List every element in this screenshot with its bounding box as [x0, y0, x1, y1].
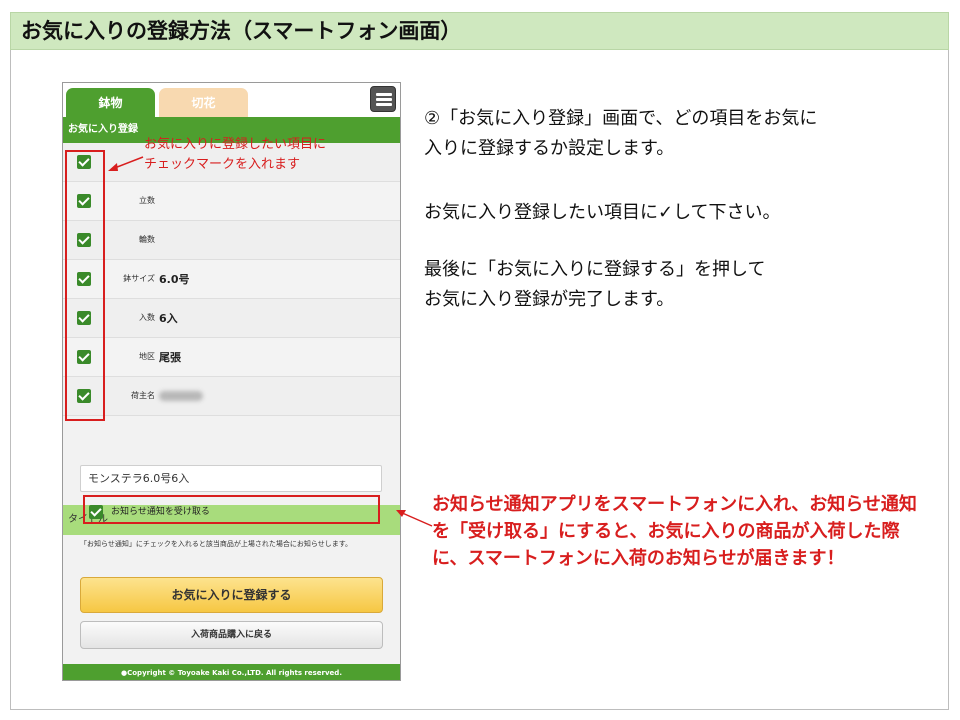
- notify-option-highlight: [83, 495, 380, 524]
- row-label: 地区: [139, 352, 155, 361]
- tab-kiribana[interactable]: 切花: [159, 88, 248, 118]
- copyright-footer: ●Copyright © Toyoake Kaki Co.,LTD. All r…: [63, 664, 400, 680]
- row-value: 6.0号: [159, 273, 190, 286]
- favorite-row-2: 立数: [63, 182, 400, 221]
- favorite-row-6: 地区 尾張: [63, 338, 400, 377]
- back-to-stock-button[interactable]: 入荷商品購入に戻る: [80, 621, 383, 649]
- notify-callout: お知らせ通知アプリをスマートフォンに入れ、お知らせ通知を「受け取る」にすると、お…: [432, 494, 917, 569]
- row-label: 鉢サイズ: [123, 274, 155, 283]
- title-input[interactable]: モンステラ6.0号6入: [80, 465, 382, 492]
- favorite-row-7: 荷主名: [63, 377, 400, 416]
- slide-title: お気に入りの登録方法（スマートフォン画面）: [10, 12, 949, 50]
- description-line: ②「お気に入り登録」画面で、どの項目をお気に: [424, 108, 818, 129]
- row-label: 輪数: [139, 235, 155, 244]
- description-line: 入りに登録するか設定します。: [424, 138, 675, 159]
- description-step: ②「お気に入り登録」画面で、どの項目をお気に 入りに登録するか設定します。: [424, 104, 817, 164]
- hamburger-menu-icon[interactable]: [370, 86, 396, 112]
- row-value: 6入: [159, 312, 178, 325]
- description-line: お気に入り登録が完了します。: [424, 289, 675, 310]
- register-favorite-button[interactable]: お気に入りに登録する: [80, 577, 383, 613]
- blurred-shipper-name: [159, 391, 203, 401]
- row-label: 荷主名: [131, 391, 155, 400]
- description-finish: 最後に「お気に入りに登録する」を押して お気に入り登録が完了します。: [424, 255, 765, 315]
- row-label: 入数: [139, 313, 155, 322]
- favorite-row-3: 輪数: [63, 221, 400, 260]
- row-value: 尾張: [159, 351, 181, 364]
- checkbox-callout-line2: チェックマークを入れます: [144, 157, 301, 172]
- checkbox-column-highlight: [65, 150, 105, 421]
- description-check: お気に入り登録したい項目に✓して下さい。: [424, 202, 781, 223]
- favorite-row-5: 入数 6入: [63, 299, 400, 338]
- favorite-item-list: 立数 輪数 鉢サイズ 6.0号 入数 6入 地区 尾張 荷主名: [63, 143, 400, 416]
- notify-note: 「お知らせ通知」にチェックを入れると該当商品が上場された場合にお知らせします。: [80, 540, 353, 548]
- favorite-row-4: 鉢サイズ 6.0号: [63, 260, 400, 299]
- checkbox-callout-line1: お気に入りに登録したい項目に: [144, 137, 327, 152]
- description-line: 最後に「お気に入りに登録する」を押して: [424, 259, 766, 280]
- row-label: 立数: [139, 196, 155, 205]
- tab-hachimono[interactable]: 鉢物: [66, 88, 155, 118]
- phone-header: 鉢物 切花: [63, 83, 400, 118]
